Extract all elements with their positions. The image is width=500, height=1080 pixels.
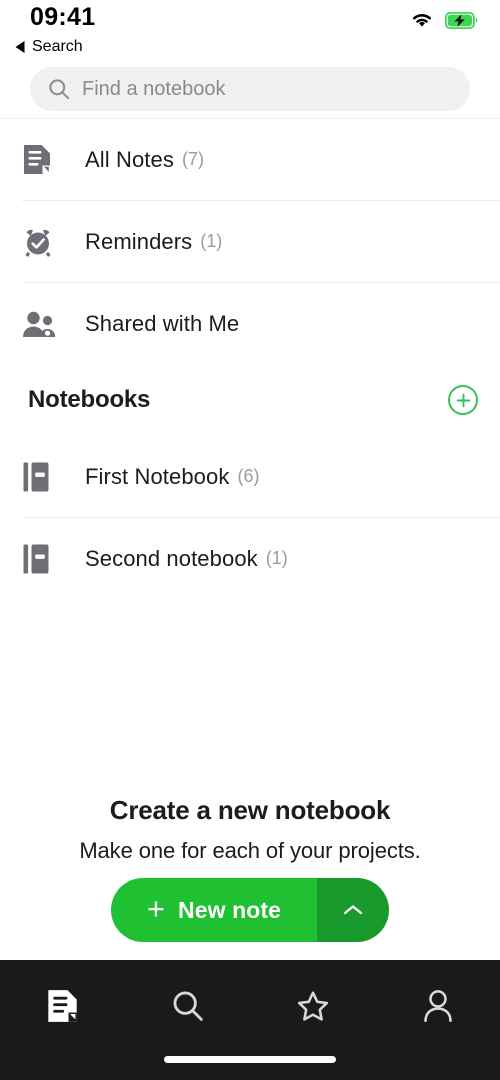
- list-item-count: (1): [200, 231, 223, 251]
- notebook-item-first[interactable]: First Notebook (6): [0, 436, 500, 517]
- home-indicator: [164, 1056, 336, 1063]
- app-screen: 09:41 Search Find a notebook All Notes (…: [0, 0, 500, 1080]
- new-note-label: New note: [178, 896, 282, 923]
- new-note-button[interactable]: + New note: [111, 878, 317, 942]
- list-item-reminders[interactable]: Reminders (1): [0, 201, 500, 282]
- notebook-label: Second notebook: [85, 545, 258, 571]
- notebook-count: (1): [265, 548, 288, 568]
- search-field[interactable]: [30, 67, 470, 111]
- list-item-count: (7): [181, 149, 204, 169]
- notebook-label: First Notebook: [85, 463, 230, 489]
- notes-document-icon: [48, 990, 77, 1022]
- search-input[interactable]: [82, 77, 452, 101]
- cta-subtitle: Make one for each of your projects.: [79, 838, 421, 863]
- tab-shortcuts[interactable]: [250, 982, 375, 1030]
- plus-circle-icon: [456, 393, 470, 407]
- search-bar: [0, 60, 500, 118]
- list-item-shared-with-me[interactable]: Shared with Me: [0, 283, 500, 364]
- notebook-count: (6): [237, 466, 260, 486]
- notebooks-title: Notebooks: [28, 386, 151, 413]
- notebook-icon: [22, 461, 64, 493]
- bottom-tab-bar: [0, 960, 500, 1080]
- cta-title: Create a new notebook: [109, 795, 391, 825]
- back-label: Search: [32, 38, 83, 55]
- status-bar: 09:41: [0, 0, 500, 34]
- plus-icon: +: [146, 891, 166, 926]
- search-icon: [49, 79, 69, 99]
- back-caret-icon: [15, 41, 25, 53]
- person-icon: [423, 990, 452, 1023]
- star-icon: [297, 990, 328, 1021]
- alarm-clock-check-icon: [22, 226, 64, 258]
- notebooks-list: First Notebook (6) Second notebook (1): [0, 436, 500, 599]
- search-icon: [173, 991, 203, 1021]
- list-item-label: Shared with Me: [85, 310, 240, 336]
- notebook-item-second[interactable]: Second notebook (1): [0, 518, 500, 599]
- main-list: All Notes (7) Reminders (1) Shared with …: [0, 119, 500, 364]
- back-button[interactable]: Search: [0, 34, 500, 60]
- tab-account[interactable]: [375, 982, 500, 1030]
- people-shared-icon: [22, 310, 64, 338]
- tab-search[interactable]: [125, 982, 250, 1030]
- notebooks-section-header: Notebooks: [0, 364, 500, 436]
- notebook-icon: [22, 543, 64, 575]
- battery-charging-icon: [445, 11, 478, 29]
- list-item-label: Reminders: [85, 228, 193, 254]
- status-time: 09:41: [30, 3, 96, 31]
- tab-notes[interactable]: [0, 982, 125, 1030]
- add-notebook-button[interactable]: [448, 385, 478, 415]
- new-note-options-button[interactable]: [317, 878, 389, 942]
- new-note-button-group: + New note: [111, 878, 389, 942]
- list-item-all-notes[interactable]: All Notes (7): [0, 119, 500, 200]
- wifi-icon: [413, 13, 431, 27]
- chevron-up-icon: [343, 905, 363, 915]
- notes-document-icon: [22, 143, 64, 176]
- status-indicators: [410, 11, 478, 29]
- create-notebook-cta: Create a new notebook Make one for each …: [0, 795, 500, 960]
- list-item-label: All Notes: [85, 146, 174, 172]
